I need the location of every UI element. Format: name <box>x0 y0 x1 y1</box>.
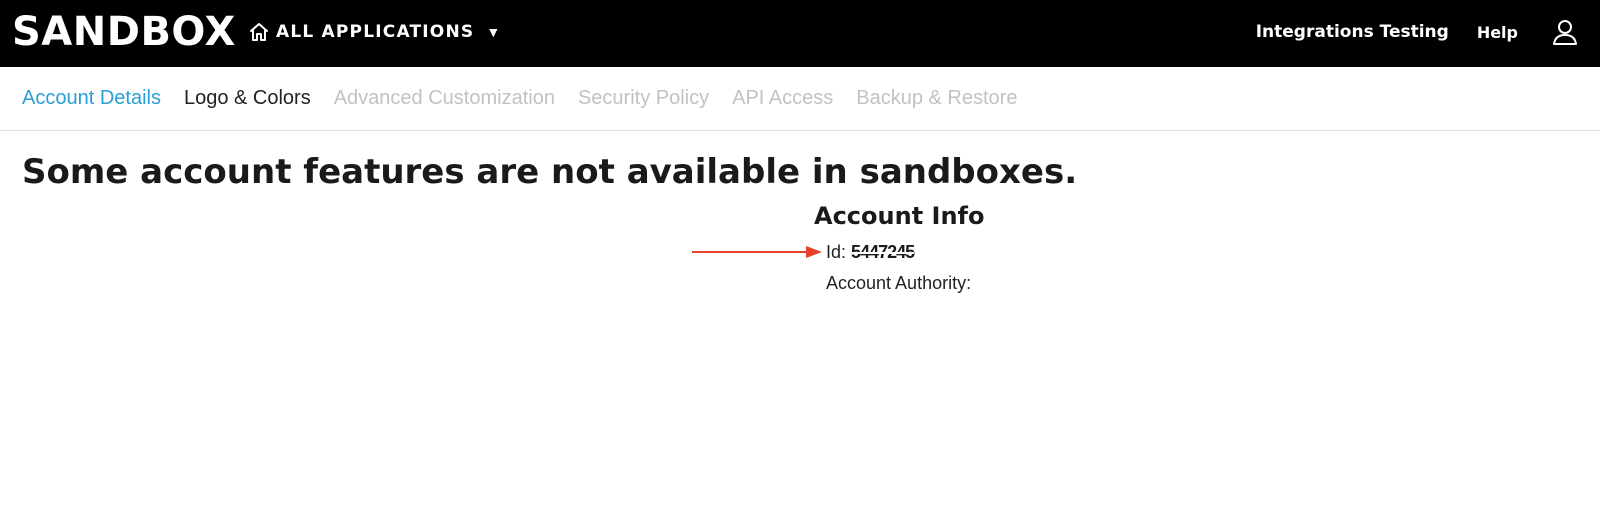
user-icon[interactable] <box>1552 18 1578 46</box>
account-id-value: 5447245 <box>851 242 915 262</box>
account-info-heading: Account Info <box>814 202 985 230</box>
annotation-arrow <box>692 246 822 258</box>
tab-advanced-customization[interactable]: Advanced Customization <box>334 87 555 110</box>
tab-security-policy[interactable]: Security Policy <box>578 87 709 110</box>
tab-api-access[interactable]: API Access <box>732 87 833 110</box>
tab-logo-colors[interactable]: Logo & Colors <box>184 87 311 110</box>
account-id-label: Id: <box>826 242 847 262</box>
home-icon <box>248 21 270 43</box>
all-applications-menu[interactable]: ALL APPLICATIONS ▼ <box>248 18 500 46</box>
account-authority-row: Account Authority: <box>826 271 971 295</box>
settings-tab-bar: Account Details Logo & Colors Advanced C… <box>0 67 1600 131</box>
all-applications-label: ALL APPLICATIONS <box>276 22 475 42</box>
account-authority-label: Account Authority: <box>826 273 972 293</box>
sandbox-logo[interactable]: SANDBOX <box>12 6 236 58</box>
tab-account-details[interactable]: Account Details <box>22 87 161 110</box>
top-right-nav: Integrations Testing Help <box>1256 16 1578 48</box>
top-bar: SANDBOX ALL APPLICATIONS ▼ Integrations … <box>0 0 1600 67</box>
sandbox-notice-heading: Some account features are not available … <box>22 152 1078 192</box>
account-id-row: Id: 5447245 <box>826 240 915 264</box>
tab-backup-restore[interactable]: Backup & Restore <box>856 87 1017 110</box>
chevron-down-icon: ▼ <box>486 24 501 40</box>
help-link[interactable]: Help <box>1477 23 1518 42</box>
organization-name-link[interactable]: Integrations Testing <box>1256 22 1449 42</box>
